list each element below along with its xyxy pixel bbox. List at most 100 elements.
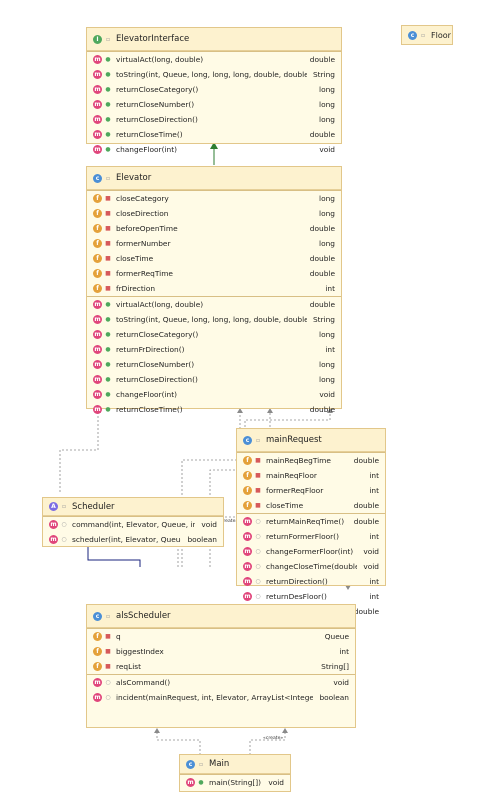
method-signature: returnCloseTime() [116,405,183,414]
method-row[interactable]: m ● virtualAct(long, double) double [87,297,341,312]
method-row[interactable]: m ○ returnDirection() int [237,574,385,589]
class-main-request[interactable]: c ▫ mainRequest f ■ mainReqBegTime double f ■… [236,428,386,616]
field-name: closeCategory [116,194,169,203]
package-icon: ▫ [105,612,111,620]
method-row[interactable]: m ● returnCloseDirection() long [87,372,341,387]
method-icon: m [243,592,252,601]
method-row[interactable]: m ● changeFloor(int) void [87,387,341,402]
return-type: long [319,375,335,384]
class-header: c ▫ Floor [402,26,452,44]
dependency-main-als [156,732,201,754]
field-icon: f [93,662,102,671]
class-main[interactable]: c ▫ Main m ● main(String[]) void [179,754,291,792]
return-type: Queue [324,632,349,641]
public-visibility-icon: ● [105,361,111,368]
method-row[interactable]: m ● returnCloseDirection() long [87,112,341,127]
field-row[interactable]: f ■ reqList String[] [87,659,355,674]
private-lock-icon: ■ [105,633,111,640]
class-header: c ▫ mainRequest [237,429,385,452]
field-name: reqList [116,662,142,671]
public-visibility-icon: ○ [255,563,261,570]
method-row[interactable]: m ● returnFrDirection() int [87,342,341,357]
method-row[interactable]: m ● returnCloseCategory() long [87,82,341,97]
field-row[interactable]: f ■ closeTime double [237,498,385,513]
return-type: void [268,778,284,787]
method-row[interactable]: m ○ changeFormerFloor(int) void [237,544,385,559]
method-row[interactable]: m ○ returnDesFloor() int [237,589,385,604]
class-floor[interactable]: c ▫ Floor [401,25,453,45]
package-icon: ▫ [105,174,111,182]
return-type: String [312,315,335,324]
private-lock-icon: ■ [105,663,111,670]
public-visibility-icon: ○ [255,593,261,600]
field-icon: f [93,632,102,641]
private-lock-icon: ■ [105,270,111,277]
method-row[interactable]: m ○ scheduler(int, Elevator, Queue) boolean [43,532,223,547]
field-row[interactable]: f ■ formerReqTime double [87,266,341,281]
field-row[interactable]: f ■ frDirection int [87,281,341,296]
public-visibility-icon: ● [105,316,111,323]
method-row[interactable]: m ● returnCloseNumber() long [87,357,341,372]
field-row[interactable]: f ■ formerReqFloor int [237,483,385,498]
method-row[interactable]: m ○ alsCommand() void [87,675,355,690]
method-signature: returnCloseCategory() [116,330,199,339]
method-icon: m [93,145,102,154]
return-type: double [353,456,379,465]
return-type: double [309,300,335,309]
field-row[interactable]: f ■ beforeOpenTime double [87,221,341,236]
package-icon: ▫ [61,503,67,510]
field-row[interactable]: f ■ formerNumber long [87,236,341,251]
class-scheduler[interactable]: A ▫ Scheduler m ○ command(int, Elevator, Q… [42,497,224,547]
field-row[interactable]: f ■ closeTime double [87,251,341,266]
method-icon: m [93,315,102,324]
private-lock-icon: ■ [105,240,111,247]
method-icon: m [93,300,102,309]
method-row[interactable]: m ○ changeCloseTime(double) void [237,559,385,574]
method-row[interactable]: m ● returnCloseTime() double [87,127,341,142]
class-title: ElevatorInterface [116,34,190,44]
field-icon: f [93,209,102,218]
class-header: I ▫ ElevatorInterface [87,28,341,51]
field-row[interactable]: f ■ biggestIndex int [87,644,355,659]
class-elevator[interactable]: c ▫ Elevator f ■ closeCategory long f ■ closeD… [86,166,342,414]
field-row[interactable]: f ■ mainReqBegTime double [237,453,385,468]
method-signature: returnCloseDirection() [116,375,198,384]
method-row[interactable]: m ○ returnMainReqTime() double [237,514,385,529]
method-row[interactable]: m ● virtualAct(long, double) double [87,52,341,67]
public-visibility-icon: ○ [255,578,261,585]
private-lock-icon: ■ [105,225,111,232]
method-signature: virtualAct(long, double) [116,300,204,309]
return-type: double [309,55,335,64]
method-signature: returnCloseTime() [116,130,183,139]
method-signature: changeFormerFloor(int) [266,547,354,556]
method-icon: m [93,85,102,94]
method-row[interactable]: m ○ incident(mainRequest, int, Elevator, A… [87,690,355,705]
method-icon: m [93,405,102,414]
method-row[interactable]: m ○ returnFormerFloor() int [237,529,385,544]
field-row[interactable]: f ■ q Queue [87,629,355,644]
method-row[interactable]: m ● changeFloor(int) void [87,142,341,157]
method-row[interactable]: m ● main(String[]) void [180,775,290,790]
public-visibility-icon: ● [198,779,204,786]
field-name: formerNumber [116,239,171,248]
field-row[interactable]: f ■ closeDirection long [87,206,341,221]
field-row[interactable]: f ■ closeCategory long [87,191,341,206]
method-row[interactable]: m ● toString(int, Queue, long, long, long,… [87,67,341,82]
method-row[interactable]: m ○ command(int, Elevator, Queue, int) void [43,517,223,532]
field-name: formerReqTime [116,269,173,278]
class-elevator-interface[interactable]: I ▫ ElevatorInterface m ● virtualAct(long,… [86,27,342,154]
class-als-scheduler[interactable]: c ▫ alsScheduler f ■ q Queue f ■ biggestIndex i… [86,604,356,728]
method-icon: m [49,520,58,529]
method-row[interactable]: m ● toString(int, Queue, long, long, long,… [87,312,341,327]
method-row[interactable]: m ● returnCloseTime() double [87,402,341,417]
field-icon: f [243,486,252,495]
public-visibility-icon: ● [105,116,111,123]
interface-icon: I [93,34,102,44]
method-row[interactable]: m ● returnCloseNumber() long [87,97,341,112]
return-type: double [309,405,335,414]
method-row[interactable]: m ● returnCloseCategory() long [87,327,341,342]
field-row[interactable]: f ■ mainReqFloor int [237,468,385,483]
class-icon: c [408,30,417,40]
method-icon: m [243,517,252,526]
private-lock-icon: ■ [105,648,111,655]
